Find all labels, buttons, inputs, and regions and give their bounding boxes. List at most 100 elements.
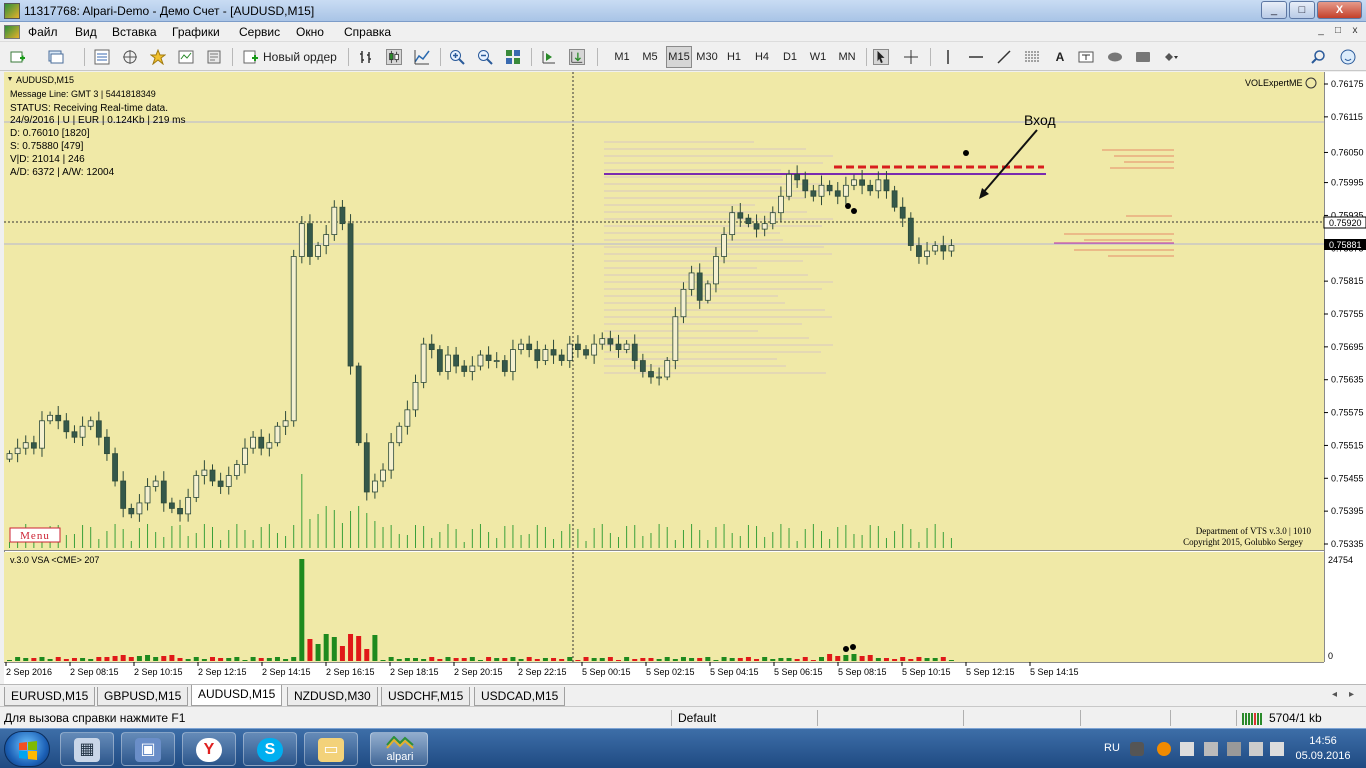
taskbar-skype[interactable]: S: [243, 732, 297, 766]
timeframe-h4-button[interactable]: H4: [750, 46, 774, 68]
start-button[interactable]: [4, 731, 50, 767]
trend-line-icon[interactable]: [996, 49, 1012, 65]
candle-body: [542, 349, 549, 361]
candle-body: [672, 316, 679, 361]
chart-shift-icon[interactable]: [541, 49, 557, 65]
timeframe-m30-button[interactable]: M30: [694, 46, 720, 68]
price-pane[interactable]: [4, 72, 1324, 550]
candle-body: [420, 343, 427, 383]
minimize-button[interactable]: _: [1261, 1, 1287, 19]
text-tool-button[interactable]: A: [1050, 46, 1070, 68]
text-label-icon[interactable]: [1078, 49, 1094, 65]
candlestick-icon[interactable]: [386, 49, 402, 65]
vsa-bar: [331, 637, 337, 661]
tab-gbpusd[interactable]: GBPUSD,M15: [97, 687, 189, 706]
tester-icon[interactable]: [206, 49, 222, 65]
y-tick-label: 0.76175: [1331, 79, 1364, 89]
tab-usdcad[interactable]: USDCAD,M15: [474, 687, 566, 706]
timeframe-w1-button[interactable]: W1: [806, 46, 830, 68]
menu-view[interactable]: Вид: [75, 25, 97, 39]
taskbar-explorer[interactable]: ▭: [304, 732, 358, 766]
horizontal-line-icon[interactable]: [968, 49, 984, 65]
timeframe-m15-button[interactable]: M15: [666, 46, 692, 68]
candle-body: [583, 349, 589, 356]
window-title: 11317768: Alpari-Demo - Демо Счет - [AUD…: [24, 4, 315, 18]
tray-volume-icon[interactable]: [1270, 742, 1284, 756]
new-chart-icon[interactable]: [10, 49, 26, 65]
tray-clock[interactable]: 14:56 05.09.2016: [1288, 734, 1358, 764]
community-icon[interactable]: [1340, 49, 1356, 65]
tray-network-icon[interactable]: [1204, 742, 1218, 756]
candle-body: [185, 497, 192, 515]
menu-help[interactable]: Справка: [344, 25, 391, 39]
chart-canvas[interactable]: 0.761750.761150.760500.759950.759350.758…: [4, 72, 1366, 684]
zoom-out-icon[interactable]: [477, 49, 493, 65]
tray-signal-icon[interactable]: [1249, 742, 1263, 756]
candle-body: [680, 288, 687, 318]
new-order-button[interactable]: Новый ордер: [238, 46, 342, 68]
tray-up-arrow-icon[interactable]: [1130, 742, 1144, 756]
timeframe-d1-button[interactable]: D1: [778, 46, 802, 68]
taskbar-alpari[interactable]: alpari: [370, 732, 428, 766]
cursor-icon[interactable]: [873, 49, 889, 65]
line-chart-icon[interactable]: [414, 49, 430, 65]
bar-chart-icon[interactable]: [358, 49, 374, 65]
info-line: S: 0.75880 [479]: [10, 141, 84, 152]
timeframe-m5-button[interactable]: M5: [638, 46, 662, 68]
candle-body: [217, 480, 224, 487]
ellipse-icon[interactable]: [1107, 49, 1123, 65]
timeframe-m1-button[interactable]: M1: [610, 46, 634, 68]
indicator-pane[interactable]: [4, 552, 1324, 662]
candle-body: [477, 354, 484, 367]
navigator-icon[interactable]: [150, 49, 166, 65]
tab-scroll-left-icon[interactable]: ◂: [1332, 689, 1337, 700]
menu-tools[interactable]: Сервис: [239, 25, 280, 39]
search-icon[interactable]: [1310, 49, 1326, 65]
mdi-minimize-button[interactable]: _: [1314, 25, 1328, 38]
tab-scroll-right-icon[interactable]: ▸: [1349, 689, 1354, 700]
tab-eurusd[interactable]: EURUSD,M15: [4, 687, 96, 706]
vsa-bar: [266, 658, 272, 661]
crosshair-icon[interactable]: [903, 49, 919, 65]
profiles-icon[interactable]: [48, 49, 64, 65]
close-button[interactable]: X: [1317, 1, 1362, 19]
menu-insert[interactable]: Вставка: [112, 25, 157, 39]
auto-scroll-icon[interactable]: [569, 49, 585, 65]
tray-language[interactable]: RU: [1104, 742, 1120, 754]
zoom-in-icon[interactable]: [449, 49, 465, 65]
candle-body: [826, 184, 833, 192]
tab-nzdusd[interactable]: NZDUSD,M30: [287, 687, 378, 706]
mdi-close-button[interactable]: x: [1348, 25, 1362, 38]
indicator-title: v.3.0 VSA <CME> 207: [10, 555, 99, 565]
taskbar-calculator[interactable]: ▦: [60, 732, 114, 766]
info-line: A/D: 6372 | A/W: 12004: [10, 167, 115, 178]
more-tools-icon[interactable]: [1163, 49, 1179, 65]
tile-windows-icon[interactable]: [505, 49, 521, 65]
tray-updates-icon[interactable]: [1157, 742, 1171, 756]
maximize-button[interactable]: □: [1289, 1, 1315, 19]
chart-window-icon[interactable]: [4, 25, 20, 39]
terminal-icon[interactable]: [178, 49, 194, 65]
tab-usdchf[interactable]: USDCHF,M15: [381, 687, 471, 706]
connection-bars-icon[interactable]: [1242, 711, 1266, 725]
rectangle-icon[interactable]: [1135, 49, 1151, 65]
tab-audusd[interactable]: AUDUSD,M15: [191, 685, 283, 706]
vertical-line-icon[interactable]: [940, 49, 956, 65]
candle-body: [623, 343, 630, 350]
timeframe-h1-button[interactable]: H1: [722, 46, 746, 68]
tray-flag-icon[interactable]: [1180, 742, 1194, 756]
menu-charts[interactable]: Графики: [172, 25, 220, 39]
market-watch-icon[interactable]: [94, 49, 110, 65]
tray-device-icon[interactable]: [1227, 742, 1241, 756]
vsa-bar: [299, 559, 305, 661]
taskbar-network[interactable]: ▣: [121, 732, 175, 766]
fibonacci-icon[interactable]: [1024, 49, 1040, 65]
mdi-restore-button[interactable]: □: [1331, 25, 1345, 38]
menu-file[interactable]: Файл: [28, 25, 58, 39]
timeframe-mn-button[interactable]: MN: [834, 46, 860, 68]
vsa-bar: [713, 660, 719, 661]
menu-window[interactable]: Окно: [296, 25, 324, 39]
taskbar-yandex[interactable]: Y: [182, 732, 236, 766]
main-toolbar: Новый ордер M1 M5 M15 M30 H1 H4 D1 W1 MN…: [0, 43, 1366, 71]
data-window-icon[interactable]: [122, 49, 138, 65]
